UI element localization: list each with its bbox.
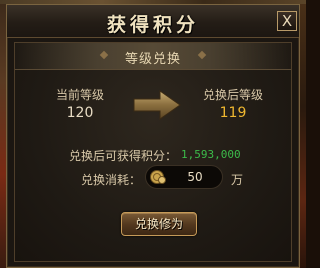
section-header: 等级兑换 xyxy=(15,43,291,70)
cost-input[interactable] xyxy=(172,169,218,185)
cost-unit: 万 xyxy=(231,173,244,187)
coin-icon xyxy=(150,170,166,184)
close-icon: X xyxy=(281,12,293,30)
after-level-label: 兑换后等级 xyxy=(202,88,263,102)
background-right-edge xyxy=(300,0,306,268)
cost-label: 兑换消耗： xyxy=(81,173,142,187)
exchange-panel: 等级兑换 当前等级 120 兑换后等级 119 兑换后可获得积分： 1,593,… xyxy=(14,42,292,262)
points-value: 1,593,000 xyxy=(181,148,241,161)
points-exchange-dialog: 获得积分 X 等级兑换 当前等级 120 兑换后等级 119 兑换后可获得积分： xyxy=(6,4,300,268)
current-level-value: 120 xyxy=(66,105,94,121)
cost-field xyxy=(145,165,223,189)
exchange-button[interactable]: 兑换修为 xyxy=(121,212,197,236)
after-level-value: 119 xyxy=(219,105,247,121)
close-button[interactable]: X xyxy=(277,11,297,31)
right-arrow-icon xyxy=(133,90,181,120)
dialog-title: 获得积分 xyxy=(106,14,199,36)
section-title: 等级兑换 xyxy=(124,52,181,67)
points-label: 兑换后可获得积分： xyxy=(69,149,178,163)
current-level-label: 当前等级 xyxy=(55,88,104,102)
dialog-title-bar: 获得积分 X xyxy=(7,5,299,38)
